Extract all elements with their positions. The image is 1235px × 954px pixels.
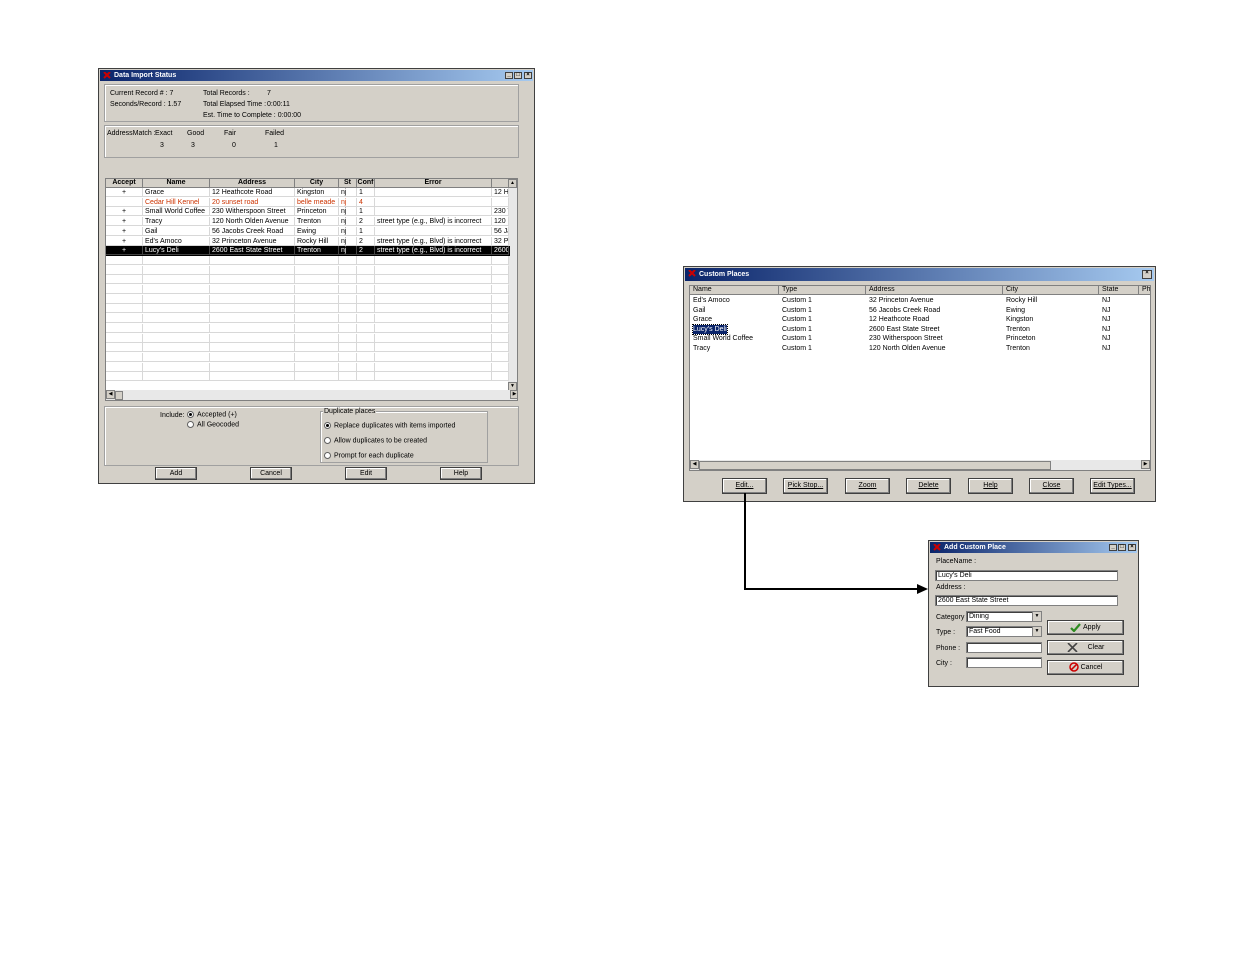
city-label: City : bbox=[936, 660, 952, 667]
category-label: Category : bbox=[936, 614, 969, 621]
type-label: Type : bbox=[936, 629, 956, 636]
add-custom-place-window: Add Custom Place _ □ × PlaceName : Lucy'… bbox=[928, 540, 1139, 687]
clear-label: Clear bbox=[1087, 644, 1105, 651]
apply-label: Apply bbox=[1083, 624, 1101, 631]
close-icon[interactable]: × bbox=[1128, 544, 1136, 551]
chevron-down-icon[interactable]: ▼ bbox=[1032, 612, 1041, 621]
type-select[interactable]: Fast Food ▼ bbox=[966, 626, 1042, 637]
category-select[interactable]: Dining ▼ bbox=[966, 611, 1042, 622]
chevron-down-icon[interactable]: ▼ bbox=[1032, 627, 1041, 636]
city-field[interactable] bbox=[966, 657, 1042, 668]
category-value: Dining bbox=[969, 613, 989, 620]
address-label: Address : bbox=[936, 584, 966, 591]
address-field[interactable]: 2600 East State Street bbox=[935, 595, 1118, 606]
app-icon bbox=[933, 544, 941, 551]
type-value: Fast Food bbox=[969, 628, 1001, 635]
clear-button[interactable]: Clear bbox=[1047, 640, 1124, 655]
place-name-field[interactable]: Lucy's Deli bbox=[935, 570, 1118, 581]
prohibited-icon bbox=[1068, 662, 1079, 672]
apply-button[interactable]: Apply bbox=[1047, 620, 1124, 635]
add-titlebar: Add Custom Place _ □ × bbox=[930, 542, 1137, 553]
flow-arrow bbox=[744, 493, 928, 594]
minimize-icon[interactable]: _ bbox=[1109, 544, 1117, 551]
maximize-icon[interactable]: □ bbox=[1118, 544, 1126, 551]
check-icon bbox=[1070, 622, 1082, 633]
phone-field[interactable] bbox=[966, 642, 1042, 653]
place-name-label: PlaceName : bbox=[936, 558, 977, 565]
cancel-button[interactable]: Cancel bbox=[1047, 660, 1124, 675]
cancel-label: Cancel bbox=[1080, 664, 1103, 671]
phone-label: Phone : bbox=[936, 645, 961, 652]
add-title: Add Custom Place bbox=[944, 544, 1006, 551]
clear-x-icon bbox=[1067, 642, 1078, 653]
